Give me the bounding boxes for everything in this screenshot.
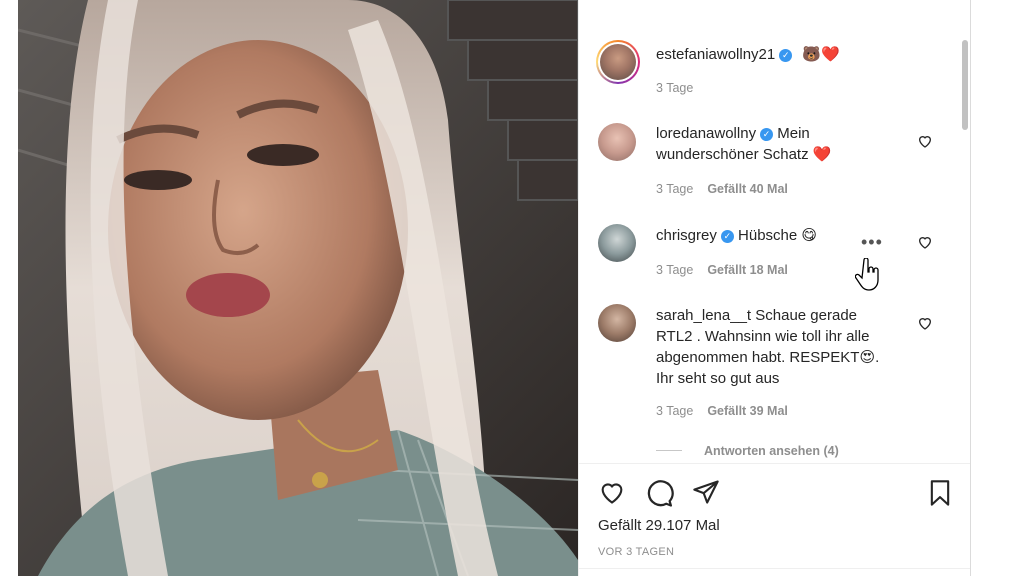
comment-text: Mein [777,125,810,142]
author-avatar[interactable] [596,40,640,84]
comment-username[interactable]: loredanawollny [656,125,756,142]
comment-time[interactable]: 3 Tage [656,404,693,418]
comment-username[interactable]: sarah_lena__t [656,307,751,324]
author-username[interactable]: estefaniawollny21 ✓ 🐻❤️ [656,45,840,63]
comment-loredanawollny: loredanawollny ✓ Mein wunderschöner Schat… [656,123,831,165]
heart-emoji: ❤️ [812,146,832,163]
author-timestamp[interactable]: 3 Tage [656,81,693,95]
verified-badge-icon: ✓ [779,49,793,62]
comment-like-heart-icon[interactable] [917,133,933,149]
comment-avatar-chrisgrey[interactable] [598,224,636,262]
comment-likes[interactable]: Gefällt 18 Mal [707,263,788,277]
comment-meta: 3 Tage Gefällt 40 Mal [656,182,788,196]
comment-text: abgenommen habt. RESPEKT [656,349,860,366]
comment-text: wunderschöner Schatz [656,146,809,163]
hand-cursor-icon [855,258,879,291]
comment-icon[interactable] [644,478,674,508]
comment-chrisgrey: chrisgrey ✓ Hübsche 😋 [656,225,817,246]
comment-meta: 3 Tage Gefällt 18 Mal [656,263,788,277]
comment-time[interactable]: 3 Tage [656,182,693,196]
heart-icon[interactable] [597,478,627,506]
bottom-border [578,568,970,569]
post-likes-count[interactable]: Gefällt 29.107 Mal [598,517,720,534]
comment-username[interactable]: chrisgrey [656,227,717,244]
ellipsis-icon[interactable]: ••• [861,232,883,253]
paper-plane-icon[interactable] [691,478,721,506]
comment-text: RTL2 . Wahnsinn wie toll ihr alle [656,328,870,345]
heart-eyes-emoji: 😍 [859,349,876,366]
verified-badge-icon: ✓ [720,230,734,243]
author-emojis: 🐻❤️ [802,46,840,63]
post-photo [18,0,578,576]
comment-time[interactable]: 3 Tage [656,263,693,277]
page-background-right [970,0,1024,576]
scrollbar-thumb[interactable] [962,40,968,130]
yum-emoji: 😋 [801,227,818,244]
view-replies-button[interactable]: Antworten ansehen (4) [656,444,839,458]
comment-sarah_lena__t: sarah_lena__t Schaue gerade RTL2 . Wahns… [656,305,916,389]
comments-panel [578,0,971,576]
comment-text: . [875,349,880,366]
bookmark-icon[interactable] [926,478,954,508]
view-replies-label: Antworten ansehen (4) [704,444,839,458]
comment-text: Hübsche [738,227,798,244]
comment-meta: 3 Tage Gefällt 39 Mal [656,404,788,418]
comment-like-heart-icon[interactable] [917,315,933,331]
verified-badge-icon: ✓ [760,128,774,141]
comment-like-heart-icon[interactable] [917,234,933,250]
post-age[interactable]: VOR 3 TAGEN [598,546,674,558]
comment-likes[interactable]: Gefällt 40 Mal [707,182,788,196]
comment-avatar-sarah_lena__t[interactable] [598,304,636,342]
actions-divider [578,463,970,464]
comment-avatar-loredanawollny[interactable] [598,123,636,161]
comment-text: Schaue gerade [755,307,857,324]
comment-likes[interactable]: Gefällt 39 Mal [707,404,788,418]
comment-text: Ihr seht so gut aus [656,370,780,387]
author-username-text[interactable]: estefaniawollny21 [656,46,775,63]
